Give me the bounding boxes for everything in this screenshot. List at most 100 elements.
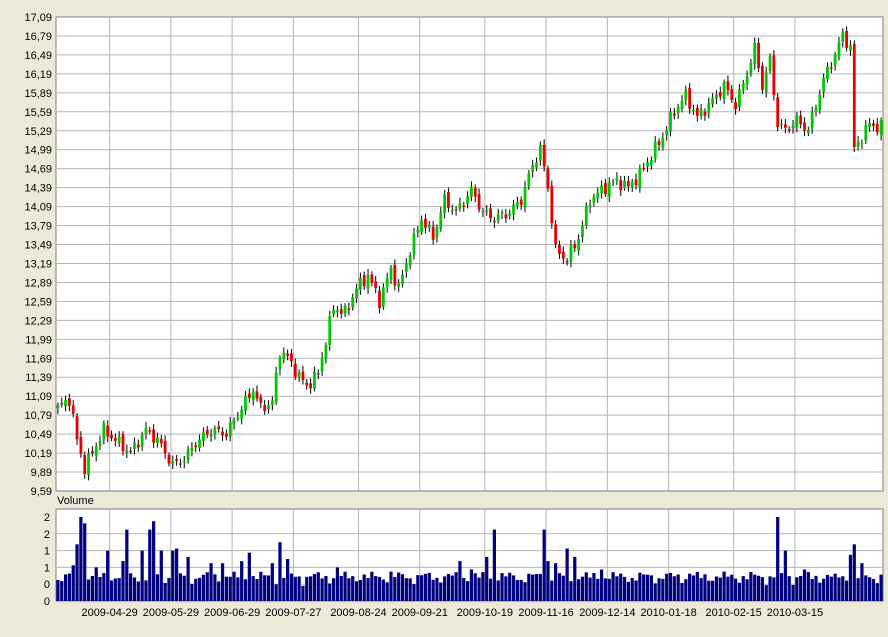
candle-body [401,274,404,285]
candle-body [500,212,504,214]
candle-body [290,353,293,362]
candle-body [454,208,458,211]
volume-bar [289,573,294,601]
volume-bar [416,575,420,601]
volume-bar [649,575,653,601]
y-tick-label: 16,19 [24,69,52,81]
candle-body [144,427,148,435]
volume-bar [251,576,255,601]
candle-body [508,213,512,216]
candle-body [293,363,297,378]
volume-bar [469,569,474,601]
volume-bar [247,552,251,601]
candle-body [458,203,462,210]
volume-bar [554,563,558,601]
volume-bar [645,574,650,601]
volume-y-tick-label: 2 [44,529,50,541]
candle-body [113,438,117,441]
candle-body [791,125,795,129]
volume-bar [711,580,715,601]
candle-body [753,42,757,65]
volume-panel: Volume 2 2 1 1 0 0 [44,495,884,608]
y-tick-label: 14,69 [24,164,52,176]
volume-bar [132,577,137,601]
price-plot-area [55,16,884,492]
volume-bar [450,575,454,601]
volume-bar [224,576,228,601]
candle-body [228,422,232,437]
volume-bar [607,578,611,601]
volume-bar [121,561,125,601]
candle-body [860,142,864,145]
volume-bar [825,574,830,601]
volume-bar [381,579,385,601]
x-tick-label: 2010-03-15 [767,607,823,619]
candle-body [734,102,737,110]
candle-body [868,122,871,127]
volume-bar [220,563,225,601]
volume-bar [707,580,711,601]
candle-body [496,214,500,221]
volume-bar [508,572,512,601]
volume-bar [286,559,290,601]
volume-bar [354,581,359,601]
volume-bar [665,573,669,601]
volume-bar [274,584,278,601]
candle-body [205,429,209,435]
candle-body [841,32,845,42]
candle-body [332,309,335,315]
volume-bar [611,572,615,601]
y-tick-label: 11,69 [25,353,52,365]
candle-body [849,45,852,51]
volume-bar [523,582,527,601]
volume-bar [316,572,320,601]
volume-bar [186,556,190,601]
candle-body [362,275,366,287]
candle-body [806,130,810,134]
volume-bar [232,571,236,601]
candle-body [102,423,106,440]
candle-body [404,263,408,273]
volume-bar [56,580,60,601]
volume-bar [263,575,267,601]
volume-bar [420,575,424,601]
volume-bar [213,574,217,601]
candle-body [98,441,102,447]
candle-body [156,437,159,443]
volume-bar [163,582,167,601]
volume-bar [546,561,550,601]
volume-bar [657,578,661,601]
volume-bar [144,580,148,601]
volume-bar [374,576,378,601]
candle-body [412,233,416,255]
volume-bar [408,578,412,601]
candle-body [822,78,826,93]
volume-bar [818,582,822,601]
candle-body [550,185,554,224]
volume-bar [312,574,317,601]
x-tick-label: 2009-05-29 [143,607,199,619]
candle-body [198,439,201,448]
candle-body [699,109,703,116]
volume-bar [864,575,868,601]
candle-body [79,436,83,455]
y-tick-label: 10,19 [24,448,52,460]
volume-bar [879,574,883,601]
volume-bar [783,550,787,601]
volume-bar [829,576,833,601]
candle-body [251,391,255,401]
volume-bar [500,573,504,601]
candle-body [799,115,803,125]
candle-body [270,400,274,405]
volume-bar [442,576,447,601]
candle-body [561,251,565,259]
volume-bar [531,574,535,601]
candle-body [531,164,535,172]
candle-body [730,89,734,100]
volume-bar [259,571,263,601]
x-tick-label: 2009-11-16 [518,607,573,619]
candle-body [680,100,684,110]
volume-bar [236,577,240,601]
volume-bar [833,573,837,601]
candle-body [527,173,531,187]
